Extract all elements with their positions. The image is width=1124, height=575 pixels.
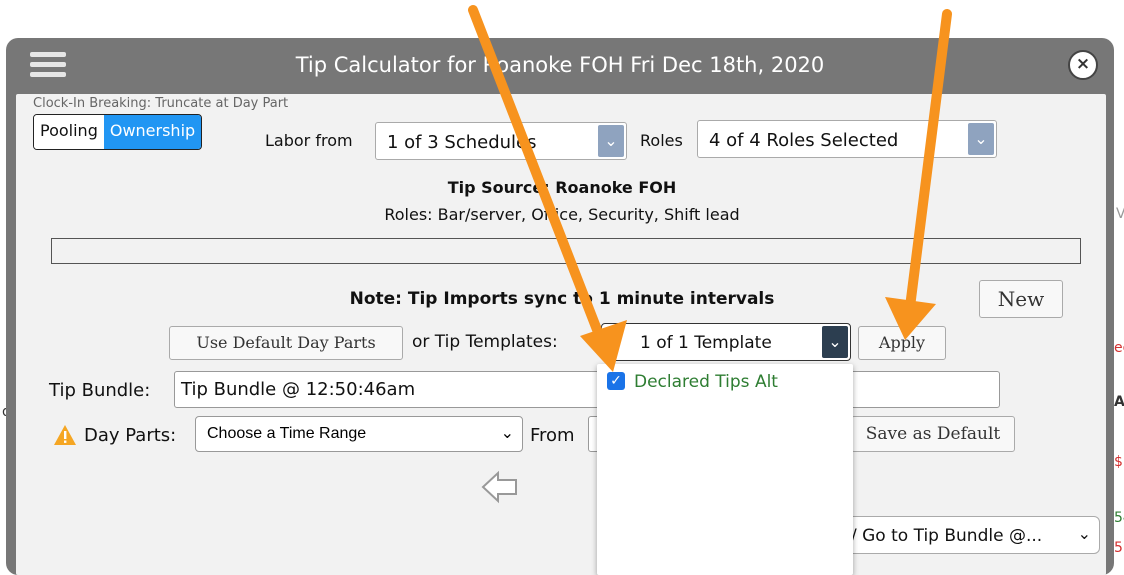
new-button[interactable]: New	[979, 280, 1063, 318]
background-fragment: $1	[1114, 454, 1124, 470]
labor-select-value: 1 of 3 Schedules	[387, 132, 537, 153]
background-fragment: A	[1114, 394, 1124, 410]
chevron-down-icon: ⌄	[500, 425, 514, 442]
day-parts-label: Day Parts:	[84, 425, 177, 446]
roles-select-value: 4 of 4 Roles Selected	[709, 130, 899, 151]
templates-select-value: 1 of 1 Template	[640, 333, 772, 353]
background-fragment: 5.	[1114, 540, 1124, 556]
left-arrow-icon[interactable]	[480, 470, 520, 504]
day-parts-select[interactable]: Choose a Time Range ⌄	[195, 416, 523, 452]
background-fragment: 54	[1114, 510, 1124, 526]
clock-in-note: Clock-In Breaking: Truncate at Day Part	[33, 96, 289, 111]
roles-list: Roles: Bar/server, Office, Security, Shi…	[384, 205, 740, 224]
chevron-down-icon: ⌄	[968, 123, 994, 155]
tip-bundle-input[interactable]: Tip Bundle @ 12:50:46am	[174, 371, 1000, 408]
chevron-down-icon: ⌄	[822, 326, 848, 358]
chevron-down-icon: ⌄	[598, 125, 624, 157]
templates-dropdown-panel: ✓ Declared Tips Alt	[597, 364, 853, 575]
checkbox-checked-icon[interactable]: ✓	[607, 372, 625, 390]
day-parts-select-value: Choose a Time Range	[207, 425, 367, 442]
dropdown-option-declared-tips-alt[interactable]: ✓ Declared Tips Alt	[597, 364, 853, 398]
save-as-default-button[interactable]: Save as Default	[851, 416, 1015, 452]
pooling-toggle[interactable]: Pooling	[34, 115, 104, 149]
go-to-bundle-value: / Go to Tip Bundle @...	[851, 526, 1043, 546]
use-default-day-parts-button[interactable]: Use Default Day Parts	[169, 326, 403, 360]
tip-source-heading: Tip Source: Roanoke FOH	[447, 178, 677, 197]
ownership-toggle[interactable]: Ownership	[103, 115, 202, 149]
tip-bundle-value: Tip Bundle @ 12:50:46am	[181, 379, 416, 400]
roles-select[interactable]: 4 of 4 Roles Selected ⌄	[697, 120, 997, 158]
from-label: From	[530, 425, 575, 446]
pooling-ownership-toggle: Pooling Ownership	[33, 114, 203, 150]
modal-title: Tip Calculator for Roanoke FOH Fri Dec 1…	[295, 53, 825, 77]
warning-icon	[54, 425, 76, 445]
tip-templates-select[interactable]: 1 of 1 Template ⌄	[601, 323, 851, 361]
sync-note: Note: Tip Imports sync to 1 minute inter…	[349, 289, 775, 309]
labor-schedules-select[interactable]: 1 of 3 Schedules ⌄	[375, 122, 627, 160]
close-icon[interactable]: ×	[1068, 50, 1098, 80]
apply-button[interactable]: Apply	[858, 326, 946, 360]
roles-label: Roles	[640, 131, 683, 150]
progress-bar	[51, 238, 1081, 264]
tip-bundle-label: Tip Bundle:	[49, 380, 151, 401]
chevron-down-icon: ⌄	[1077, 524, 1091, 543]
or-tip-templates-label: or Tip Templates:	[412, 332, 558, 352]
background-fragment: ec	[1114, 340, 1124, 356]
modal-titlebar: Tip Calculator for Roanoke FOH Fri Dec 1…	[6, 38, 1114, 94]
labor-from-label: Labor from	[265, 131, 353, 150]
dropdown-option-label: Declared Tips Alt	[634, 372, 778, 392]
go-to-tip-bundle-select[interactable]: / Go to Tip Bundle @... ⌄	[840, 516, 1100, 554]
